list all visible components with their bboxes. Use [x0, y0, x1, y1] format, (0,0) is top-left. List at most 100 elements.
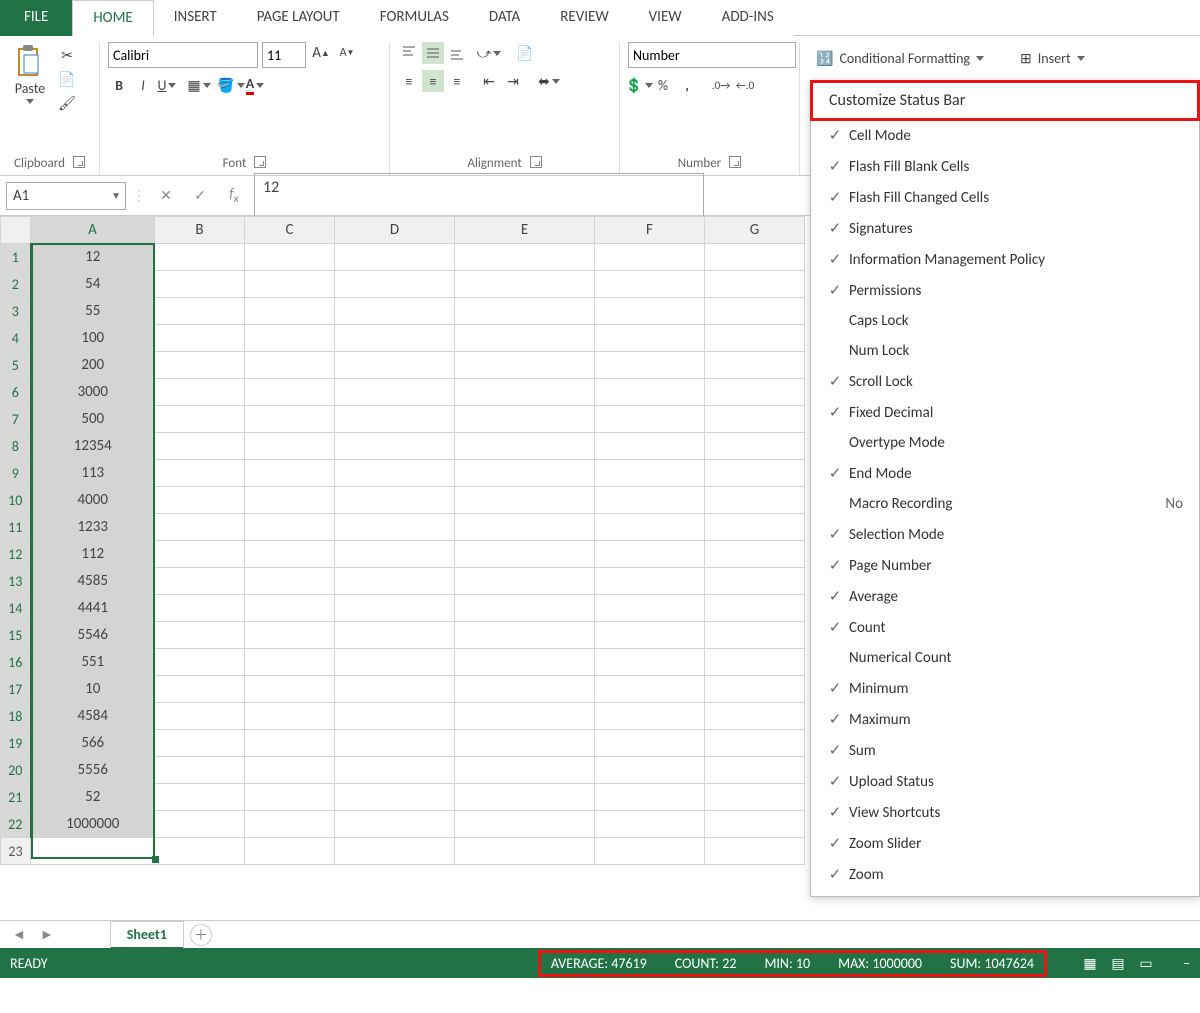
cell[interactable]: 112	[31, 541, 155, 568]
accounting-format-button[interactable]: 💲	[628, 74, 650, 96]
cell[interactable]	[455, 325, 595, 352]
status-bar-option[interactable]: Numerical Count	[811, 643, 1199, 673]
status-bar-option[interactable]: Caps Lock	[811, 306, 1199, 336]
cell[interactable]	[705, 730, 805, 757]
cell[interactable]	[595, 541, 705, 568]
cell[interactable]: 566	[31, 730, 155, 757]
cell[interactable]	[335, 325, 455, 352]
status-bar-option[interactable]: ✓Permissions	[811, 275, 1199, 306]
sheet-nav-prev[interactable]: ◄	[8, 926, 30, 943]
cell[interactable]: 100	[31, 325, 155, 352]
cell[interactable]	[595, 622, 705, 649]
align-right-button[interactable]: ≡	[446, 70, 468, 92]
cell[interactable]	[245, 541, 335, 568]
cell[interactable]	[245, 514, 335, 541]
cell[interactable]: 113	[31, 460, 155, 487]
copy-button[interactable]: 📄	[56, 68, 78, 90]
cell[interactable]: 4585	[31, 568, 155, 595]
cell[interactable]	[705, 244, 805, 271]
cell[interactable]	[705, 325, 805, 352]
cell[interactable]: 4584	[31, 703, 155, 730]
cell[interactable]: 52	[31, 784, 155, 811]
cell[interactable]	[595, 676, 705, 703]
cell[interactable]	[595, 811, 705, 838]
cell[interactable]	[155, 649, 245, 676]
cell[interactable]	[595, 244, 705, 271]
row-header[interactable]: 1	[1, 244, 31, 271]
cell[interactable]: 1233	[31, 514, 155, 541]
row-header[interactable]: 10	[1, 487, 31, 514]
row-header[interactable]: 17	[1, 676, 31, 703]
cell[interactable]: 3000	[31, 379, 155, 406]
cell[interactable]: 54	[31, 271, 155, 298]
cell[interactable]	[245, 460, 335, 487]
cell[interactable]	[155, 811, 245, 838]
cell[interactable]: 55	[31, 298, 155, 325]
merge-center-button[interactable]: ⬌	[538, 70, 560, 92]
shrink-font-button[interactable]: A▼	[336, 42, 358, 64]
align-center-button[interactable]: ≡	[422, 70, 444, 92]
tab-addins[interactable]: ADD-INS	[702, 0, 794, 36]
cell[interactable]	[245, 352, 335, 379]
column-header[interactable]: D	[335, 217, 455, 244]
row-header[interactable]: 20	[1, 757, 31, 784]
orientation-button[interactable]: ⤻	[478, 42, 500, 64]
cell[interactable]	[155, 676, 245, 703]
normal-view-button[interactable]: ▦	[1077, 953, 1103, 973]
cell[interactable]	[595, 460, 705, 487]
row-header[interactable]: 21	[1, 784, 31, 811]
cell[interactable]	[335, 568, 455, 595]
cell[interactable]	[705, 487, 805, 514]
cell[interactable]	[455, 622, 595, 649]
dialog-launcher-icon[interactable]	[254, 156, 266, 168]
cell[interactable]: 12	[31, 244, 155, 271]
sheet-tab[interactable]: Sheet1	[110, 921, 184, 949]
cell[interactable]	[705, 676, 805, 703]
cell[interactable]	[705, 649, 805, 676]
cell[interactable]	[335, 703, 455, 730]
row-header[interactable]: 22	[1, 811, 31, 838]
cell[interactable]	[595, 271, 705, 298]
cell[interactable]	[595, 298, 705, 325]
row-header[interactable]: 7	[1, 406, 31, 433]
formula-input[interactable]: 12	[254, 173, 704, 219]
cell[interactable]	[335, 784, 455, 811]
cell[interactable]: 500	[31, 406, 155, 433]
tab-data[interactable]: DATA	[469, 0, 540, 36]
cell[interactable]	[245, 271, 335, 298]
row-header[interactable]: 9	[1, 460, 31, 487]
cell[interactable]: 5546	[31, 622, 155, 649]
cancel-formula-button[interactable]: ✕	[152, 182, 180, 210]
borders-button[interactable]: ▦	[188, 74, 210, 96]
cell[interactable]	[455, 703, 595, 730]
cell[interactable]: 551	[31, 649, 155, 676]
tab-file[interactable]: FILE	[0, 0, 72, 36]
cell[interactable]	[155, 730, 245, 757]
cell[interactable]	[245, 568, 335, 595]
dialog-launcher-icon[interactable]	[73, 156, 85, 168]
row-header[interactable]: 12	[1, 541, 31, 568]
cell[interactable]: 12354	[31, 433, 155, 460]
number-format-combo[interactable]	[628, 42, 796, 68]
cell[interactable]: 10	[31, 676, 155, 703]
cell[interactable]	[455, 595, 595, 622]
cell[interactable]	[705, 595, 805, 622]
row-header[interactable]: 18	[1, 703, 31, 730]
cell[interactable]	[155, 298, 245, 325]
cell[interactable]	[595, 757, 705, 784]
increase-decimal-button[interactable]: .0→	[710, 74, 732, 96]
row-header[interactable]: 16	[1, 649, 31, 676]
cell[interactable]	[455, 811, 595, 838]
row-header[interactable]: 3	[1, 298, 31, 325]
column-header[interactable]: C	[245, 217, 335, 244]
cell[interactable]	[455, 379, 595, 406]
cell[interactable]: 200	[31, 352, 155, 379]
cell[interactable]	[455, 838, 595, 865]
cell[interactable]	[455, 271, 595, 298]
font-size-combo[interactable]	[262, 42, 306, 68]
row-header[interactable]: 23	[1, 838, 31, 865]
align-middle-button[interactable]	[422, 42, 444, 64]
cell[interactable]	[705, 271, 805, 298]
cell[interactable]	[595, 649, 705, 676]
cell[interactable]	[705, 568, 805, 595]
